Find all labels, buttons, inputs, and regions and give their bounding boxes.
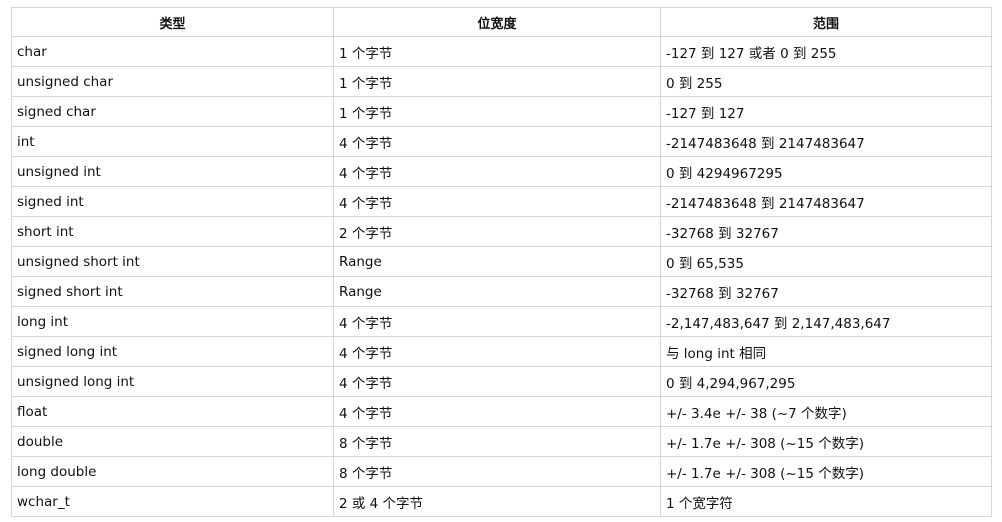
cell-type: int	[11, 126, 334, 157]
cell-bit-width: 1 个字节	[333, 36, 661, 67]
cell-type: wchar_t	[11, 486, 334, 517]
cell-bit-width: 2 个字节	[333, 216, 661, 247]
cell-type: short int	[11, 216, 334, 247]
header-type: 类型	[11, 7, 334, 37]
cell-bit-width: 4 个字节	[333, 156, 661, 187]
cell-range: +/- 3.4e +/- 38 (~7 个数字)	[660, 396, 992, 427]
table-row: int 4 个字节 -2147483648 到 2147483647	[11, 126, 992, 157]
cell-type: signed short int	[11, 276, 334, 307]
cell-range: 0 到 4,294,967,295	[660, 366, 992, 397]
table-row: signed int 4 个字节 -2147483648 到 214748364…	[11, 186, 992, 217]
table-row: unsigned short int Range 0 到 65,535	[11, 246, 992, 277]
cell-bit-width: 4 个字节	[333, 306, 661, 337]
cell-range: 1 个宽字符	[660, 486, 992, 517]
cell-range: +/- 1.7e +/- 308 (~15 个数字)	[660, 456, 992, 487]
table-row: unsigned char 1 个字节 0 到 255	[11, 66, 992, 97]
cell-type: signed long int	[11, 336, 334, 367]
cell-type: signed int	[11, 186, 334, 217]
cell-bit-width: 4 个字节	[333, 126, 661, 157]
table-header-row: 类型 位宽度 范围	[11, 7, 992, 37]
table-row: signed short int Range -32768 到 32767	[11, 276, 992, 307]
cell-type: double	[11, 426, 334, 457]
table-row: signed long int 4 个字节 与 long int 相同	[11, 336, 992, 367]
cell-type: long int	[11, 306, 334, 337]
cell-type: signed char	[11, 96, 334, 127]
cell-range: -127 到 127	[660, 96, 992, 127]
header-bit-width: 位宽度	[333, 7, 661, 37]
cell-bit-width: 1 个字节	[333, 66, 661, 97]
cell-bit-width: 1 个字节	[333, 96, 661, 127]
table-row: unsigned int 4 个字节 0 到 4294967295	[11, 156, 992, 187]
cell-bit-width: 8 个字节	[333, 426, 661, 457]
cell-bit-width: Range	[333, 246, 661, 277]
cell-bit-width: 4 个字节	[333, 366, 661, 397]
table-row: long int 4 个字节 -2,147,483,647 到 2,147,48…	[11, 306, 992, 337]
cell-type: float	[11, 396, 334, 427]
cell-range: 0 到 255	[660, 66, 992, 97]
header-range: 范围	[660, 7, 992, 37]
table-row: float 4 个字节 +/- 3.4e +/- 38 (~7 个数字)	[11, 396, 992, 427]
cell-bit-width: 8 个字节	[333, 456, 661, 487]
cell-bit-width: Range	[333, 276, 661, 307]
table-row: long double 8 个字节 +/- 1.7e +/- 308 (~15 …	[11, 456, 992, 487]
cell-type: unsigned long int	[11, 366, 334, 397]
cell-bit-width: 4 个字节	[333, 336, 661, 367]
table-row: signed char 1 个字节 -127 到 127	[11, 96, 992, 127]
cell-range: 与 long int 相同	[660, 336, 992, 367]
data-types-table-container: 类型 位宽度 范围 char 1 个字节 -127 到 127 或者 0 到 2…	[11, 7, 992, 517]
cell-range: -2147483648 到 2147483647	[660, 186, 992, 217]
cell-range: -32768 到 32767	[660, 276, 992, 307]
cell-type: unsigned char	[11, 66, 334, 97]
cell-type: unsigned short int	[11, 246, 334, 277]
cell-range: -32768 到 32767	[660, 216, 992, 247]
table-row: wchar_t 2 或 4 个字节 1 个宽字符	[11, 486, 992, 517]
cell-range: -2,147,483,647 到 2,147,483,647	[660, 306, 992, 337]
table-row: unsigned long int 4 个字节 0 到 4,294,967,29…	[11, 366, 992, 397]
table-row: double 8 个字节 +/- 1.7e +/- 308 (~15 个数字)	[11, 426, 992, 457]
cell-range: -2147483648 到 2147483647	[660, 126, 992, 157]
cell-bit-width: 4 个字节	[333, 396, 661, 427]
cell-range: -127 到 127 或者 0 到 255	[660, 36, 992, 67]
cell-type: long double	[11, 456, 334, 487]
data-types-table: 类型 位宽度 范围 char 1 个字节 -127 到 127 或者 0 到 2…	[11, 7, 992, 517]
cell-bit-width: 2 或 4 个字节	[333, 486, 661, 517]
cell-bit-width: 4 个字节	[333, 186, 661, 217]
table-row: short int 2 个字节 -32768 到 32767	[11, 216, 992, 247]
cell-range: +/- 1.7e +/- 308 (~15 个数字)	[660, 426, 992, 457]
cell-range: 0 到 65,535	[660, 246, 992, 277]
cell-type: char	[11, 36, 334, 67]
cell-type: unsigned int	[11, 156, 334, 187]
cell-range: 0 到 4294967295	[660, 156, 992, 187]
table-row: char 1 个字节 -127 到 127 或者 0 到 255	[11, 36, 992, 67]
